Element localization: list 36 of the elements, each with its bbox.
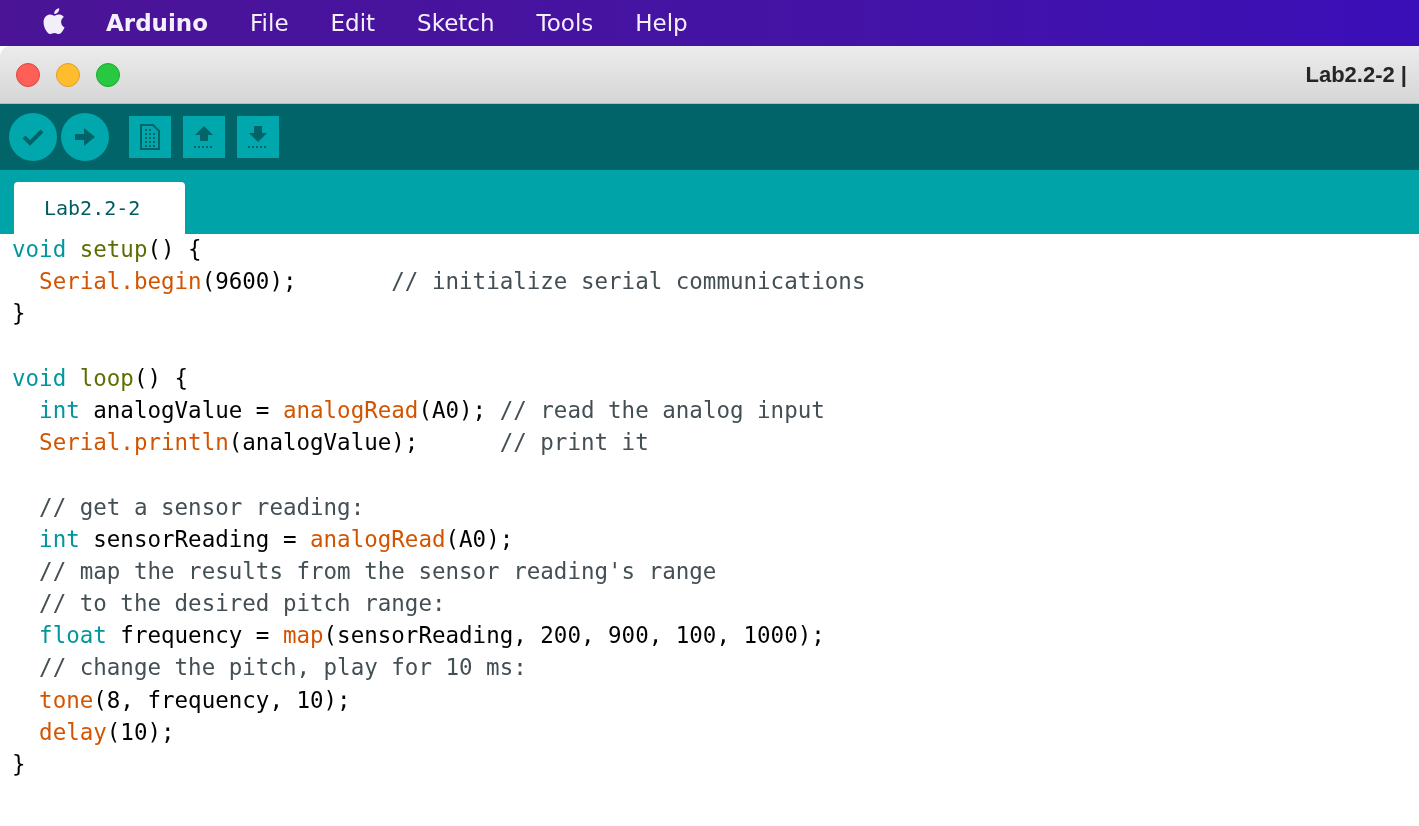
code-line: // to the desired pitch range: <box>38 589 447 619</box>
code-line: Serial.println(analogValue); // print it <box>38 428 650 458</box>
code-line: delay(10); <box>38 717 176 747</box>
code-line: float frequency = map(sensorReading, 200, 900, 100, 1000); <box>38 621 826 651</box>
menu-item[interactable]: Tools <box>536 10 594 36</box>
arrow-up-icon <box>192 125 216 149</box>
arrow-right-icon <box>75 128 95 146</box>
document-icon <box>140 124 160 150</box>
save-button[interactable] <box>237 116 279 158</box>
file-tab[interactable]: Lab2.2-2 <box>14 182 185 234</box>
code-line: } <box>12 299 27 329</box>
checkmark-icon <box>22 128 44 146</box>
code-line: tone(8, frequency, 10); <box>38 685 352 715</box>
code-line: // map the results from the sensor reading's range <box>38 556 718 586</box>
menu-app-name[interactable]: Arduino <box>106 10 209 36</box>
code-line: // change the pitch, play for 10 ms: <box>38 653 528 683</box>
code-line: void loop() { <box>12 363 190 393</box>
arrow-down-icon <box>246 125 270 149</box>
menu-item[interactable]: File <box>250 10 289 36</box>
close-button[interactable] <box>16 62 40 87</box>
minimize-button[interactable] <box>56 62 80 87</box>
code-line: Serial.begin(9600); // initialize serial communications <box>38 267 867 297</box>
window-title: Lab2.2-2 | <box>1305 61 1407 88</box>
menu-item[interactable]: Edit <box>330 10 376 36</box>
code-line: int sensorReading = analogRead(A0); <box>38 524 515 554</box>
code-line: // get a sensor reading: <box>38 492 366 522</box>
code-line: int analogValue = analogRead(A0); // read the analog input <box>38 395 826 425</box>
new-button[interactable] <box>129 116 171 158</box>
upload-button[interactable] <box>61 113 109 161</box>
menu-item[interactable]: Sketch <box>417 10 495 36</box>
open-button[interactable] <box>183 116 225 158</box>
zoom-button[interactable] <box>96 62 120 87</box>
code-line: } <box>12 750 27 779</box>
verify-button[interactable] <box>9 113 57 161</box>
code-line: void setup() { <box>12 235 203 264</box>
menu-item[interactable]: Help <box>635 10 688 36</box>
